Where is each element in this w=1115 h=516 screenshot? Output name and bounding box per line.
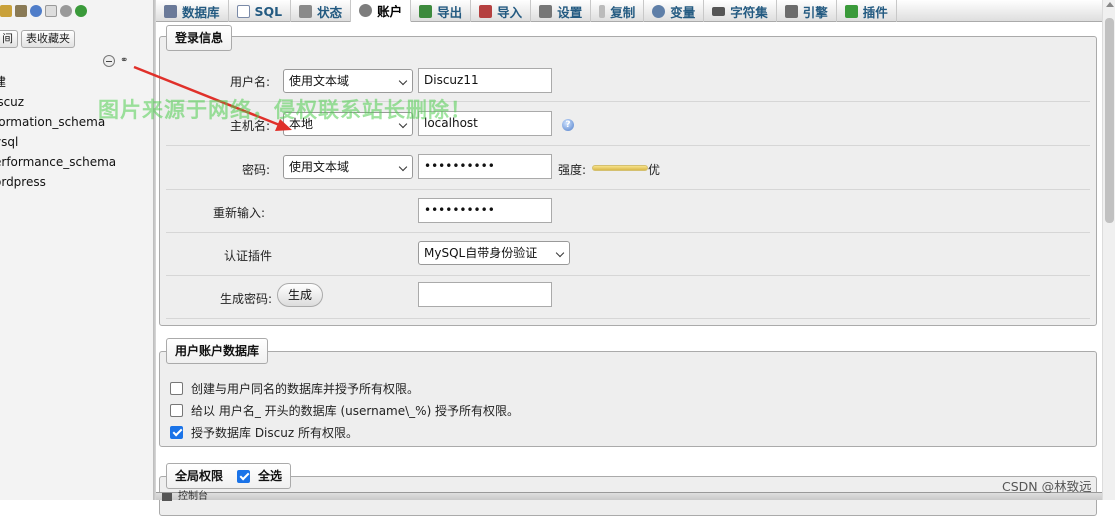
login-info-fieldset: 用户名: 使用文本域 Discuz11 主机名: 本地 localhost ? … [159, 25, 1097, 326]
auth-plugin-label-wrap: 认证插件 [166, 233, 272, 276]
retype-password-input[interactable]: •••••••••• [418, 198, 552, 223]
generate-button[interactable]: 生成 [277, 283, 324, 307]
select-all-checkbox[interactable] [237, 469, 251, 483]
settings-icon[interactable] [60, 5, 72, 17]
tab-status[interactable]: 状态 [291, 0, 352, 22]
console-label: 控制台 [178, 491, 208, 502]
reload-icon[interactable] [75, 5, 87, 17]
tab-import[interactable]: 导入 [471, 0, 532, 22]
engine-icon [784, 4, 798, 18]
username-label: 用户名: [229, 75, 270, 89]
password-input[interactable]: •••••••••• [418, 154, 552, 179]
strength-value: 优 [648, 163, 661, 177]
grant-discuz-checkbox[interactable] [170, 425, 183, 439]
global-privileges-title: 全局权限 [175, 469, 224, 483]
database-tree: 建 iscuz formation_schema ysql erformance… [0, 72, 153, 192]
help-icon[interactable]: ? [562, 119, 574, 131]
user-database-legend: 用户账户数据库 [166, 338, 269, 364]
tab-sql[interactable]: SQL [229, 0, 292, 22]
password-label-wrap: 密码: [166, 147, 270, 190]
page-scrollbar[interactable] [1102, 0, 1115, 500]
password-type-select[interactable]: 使用文本域 [283, 155, 413, 179]
auth-plugin-row: 认证插件 MySQL自带身份验证 [166, 233, 1090, 276]
username-type-select[interactable]: 使用文本域 [283, 69, 413, 93]
database-icon[interactable] [15, 5, 27, 17]
generated-password-input[interactable] [418, 282, 552, 307]
replication-icon [599, 4, 606, 18]
nav-tabs: 间 表收藏夹 [0, 30, 75, 48]
tree-item-performance-schema[interactable]: erformance_schema [0, 152, 153, 172]
watermark-text: 图片来源于网络，侵权联系站长删除！ [98, 98, 472, 122]
chevron-down-icon [398, 76, 408, 86]
create-same-name-db-option[interactable]: 创建与用户同名的数据库并授予所有权限。 [170, 379, 419, 397]
navigation-panel: 间 表收藏夹 ⚭ 建 iscuz formation_schema ysql e… [0, 0, 153, 500]
create-same-name-db-label: 创建与用户同名的数据库并授予所有权限。 [191, 381, 420, 396]
export-icon [419, 4, 433, 18]
wildcard-db-option[interactable]: 给以 用户名_ 开头的数据库 (username\_%) 授予所有权限。 [170, 401, 519, 419]
tab-plugins[interactable]: 插件 [837, 0, 897, 22]
tab-databases[interactable]: 数据库 [156, 0, 229, 22]
nav-tab-recent[interactable]: 间 [0, 30, 18, 48]
wildcard-db-label: 给以 用户名_ 开头的数据库 (username\_%) 授予所有权限。 [191, 403, 520, 418]
create-same-name-db-checkbox[interactable] [170, 381, 183, 395]
select-all-option[interactable]: 全选 [237, 464, 282, 488]
chevron-down-icon [398, 162, 408, 172]
tab-engines[interactable]: 引擎 [777, 0, 837, 22]
global-privileges-legend: 全局权限 全选 [166, 463, 292, 489]
nav-tab-favorites[interactable]: 表收藏夹 [21, 30, 75, 48]
tab-user-accounts[interactable]: 账户 [351, 0, 412, 22]
username-input[interactable]: Discuz11 [418, 68, 552, 93]
tab-settings[interactable]: 设置 [531, 0, 592, 22]
auth-plugin-select[interactable]: MySQL自带身份验证 [418, 241, 570, 265]
help-icon[interactable] [30, 5, 42, 17]
password-strength-meter [592, 165, 648, 171]
generate-label-wrap: 生成密码: [166, 276, 272, 319]
password-label: 密码: [241, 163, 270, 177]
scrollbar-thumb[interactable] [1105, 18, 1114, 223]
tree-item-new[interactable]: 建 [0, 72, 153, 92]
tab-replication[interactable]: 复制 [591, 0, 645, 22]
nav-icon-bar [0, 5, 87, 23]
tree-item-wordpress[interactable]: ordpress [0, 172, 153, 192]
grant-discuz-label: 授予数据库 Discuz 所有权限。 [191, 425, 358, 440]
grant-discuz-option[interactable]: 授予数据库 Discuz 所有权限。 [170, 423, 358, 441]
import-icon [479, 4, 493, 18]
tab-variables[interactable]: 变量 [644, 0, 705, 22]
user-database-fieldset: 用户账户数据库 创建与用户同名的数据库并授予所有权限。 给以 用户名_ 开头的数… [159, 338, 1097, 447]
login-info-legend: 登录信息 [166, 25, 233, 51]
variables-icon [652, 4, 666, 18]
top-tab-bar: 数据库 SQL 状态 账户 导出 导入 设置 复制 变量 字符集 引擎 插件 [156, 0, 1115, 22]
sql-icon [236, 4, 250, 18]
database-icon [164, 4, 177, 18]
footer-credit: CSDN @林致远 [1002, 479, 1092, 494]
tree-item-mysql[interactable]: ysql [0, 132, 153, 152]
select-all-label: 全选 [258, 469, 283, 483]
retype-row: 重新输入: •••••••••• [166, 190, 1090, 233]
generate-label: 生成密码: [219, 292, 272, 306]
chevron-down-icon [555, 248, 565, 258]
password-row: 密码: 使用文本域 •••••••••• 强度: 优 [166, 147, 1090, 190]
console-bar[interactable]: 控制台 [156, 491, 1102, 502]
status-icon [299, 4, 313, 18]
charset-icon [712, 6, 726, 16]
home-icon[interactable] [0, 5, 12, 17]
generate-password-row: 生成密码: 生成 [166, 276, 1090, 319]
retype-label: 重新输入: [212, 206, 265, 220]
retype-label-wrap: 重新输入: [166, 190, 265, 233]
docs-icon[interactable] [45, 5, 57, 17]
strength-label: 强度: [558, 163, 587, 177]
scroll-up-icon[interactable] [1106, 2, 1114, 7]
wildcard-db-checkbox[interactable] [170, 403, 183, 417]
link-with-main-icon[interactable]: ⚭ [120, 55, 132, 67]
collapse-all-icon[interactable] [103, 55, 115, 67]
users-icon [359, 4, 373, 17]
wrench-icon [539, 4, 553, 18]
tab-charsets[interactable]: 字符集 [704, 0, 777, 22]
tab-export[interactable]: 导出 [411, 0, 472, 22]
plugin-icon [844, 4, 858, 18]
auth-plugin-label: 认证插件 [223, 249, 272, 263]
